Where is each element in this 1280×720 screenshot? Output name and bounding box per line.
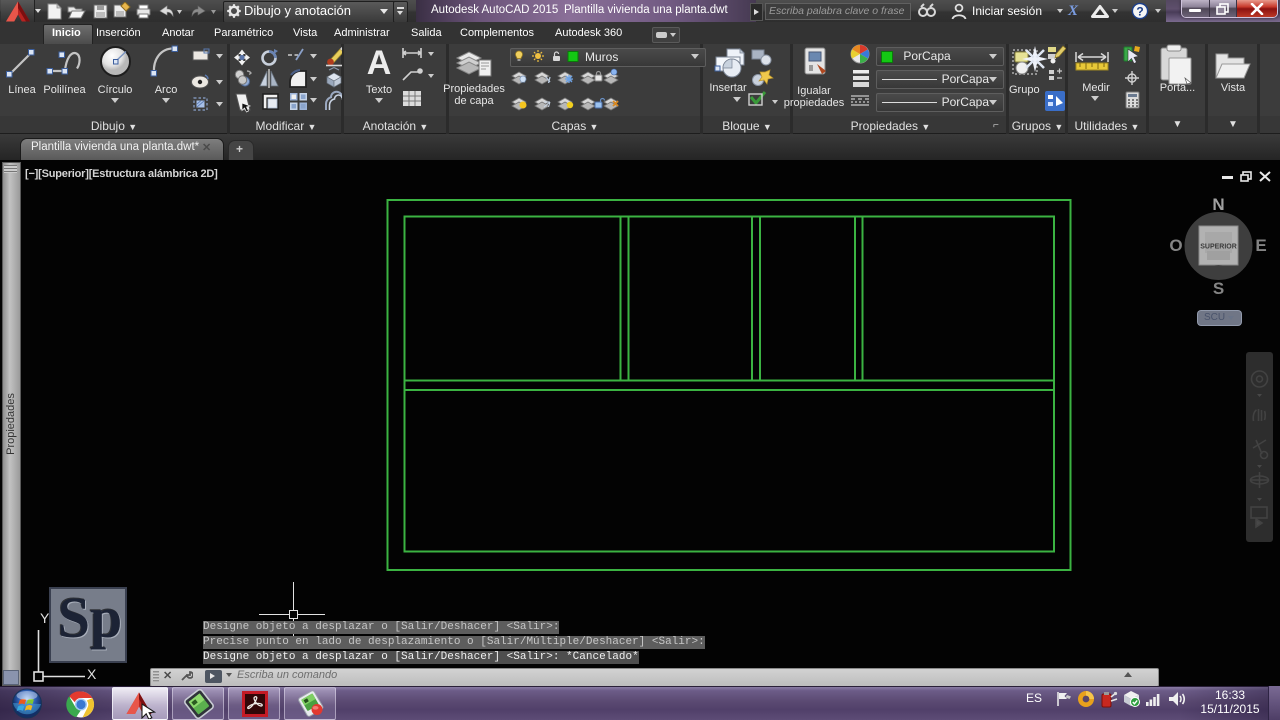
svg-text:E: E	[1255, 236, 1266, 255]
svg-text:Y: Y	[40, 610, 50, 626]
svg-text:?: ?	[1136, 5, 1143, 19]
svg-text:X: X	[87, 666, 97, 682]
svg-text:SUPERIOR: SUPERIOR	[1200, 244, 1237, 251]
svg-text:O: O	[1169, 236, 1182, 255]
svg-text:S: S	[1213, 279, 1224, 298]
svg-text:N: N	[1212, 195, 1224, 214]
